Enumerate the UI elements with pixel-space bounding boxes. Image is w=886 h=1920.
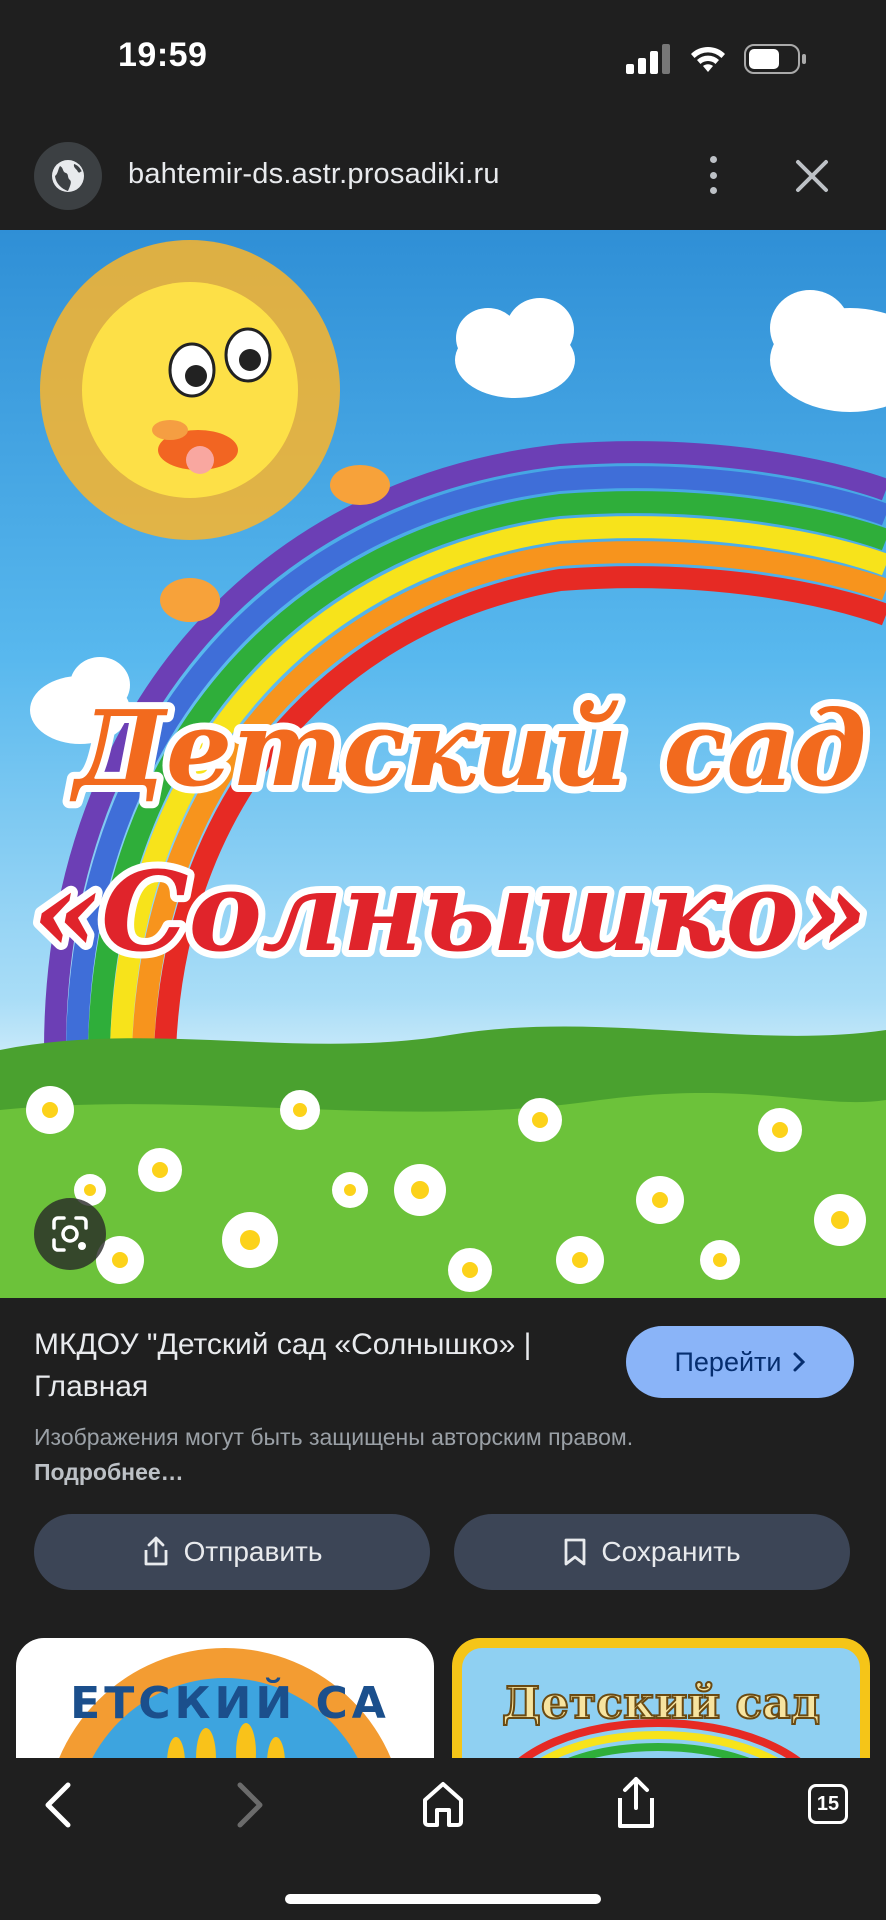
status-time: 19:59: [118, 36, 208, 74]
related-image-1[interactable]: ЕТСКИЙ СА: [16, 1638, 434, 1768]
result-image[interactable]: Детский сад «Солнышко»: [0, 230, 886, 1298]
save-button[interactable]: Сохранить: [454, 1514, 850, 1590]
home-indicator: [285, 1894, 601, 1904]
copyright-text: Изображения могут быть защищены авторски…: [34, 1424, 634, 1450]
forward-icon[interactable]: [232, 1780, 268, 1830]
related-thumb-2-text: Детский сад: [502, 1678, 820, 1729]
bookmark-icon: [565, 1538, 586, 1566]
more-link[interactable]: Подробнее…: [34, 1459, 184, 1485]
save-label: Сохранить: [601, 1536, 741, 1567]
home-icon[interactable]: [420, 1780, 466, 1828]
back-icon[interactable]: [40, 1780, 76, 1830]
close-icon[interactable]: [790, 154, 834, 198]
share-icon: [144, 1536, 167, 1566]
tabs-count: 15: [816, 1792, 840, 1815]
goto-button[interactable]: Перейти: [626, 1326, 854, 1398]
globe-icon: [52, 160, 84, 192]
hero-line1: Детский сад: [69, 687, 867, 810]
share-page-icon[interactable]: [614, 1776, 658, 1830]
result-title[interactable]: МКДОУ "Детский сад «Солнышко» | Главная: [34, 1324, 594, 1408]
status-icons: [626, 44, 808, 74]
site-info-button[interactable]: [34, 142, 102, 210]
kindergarten-illustration: Детский сад «Солнышко»: [0, 240, 886, 1298]
lens-icon: [52, 1216, 88, 1252]
tabs-button[interactable]: 15: [808, 1784, 848, 1824]
related-thumb-1-text: ЕТСКИЙ СА: [70, 1676, 390, 1729]
related-thumbnail-2: Детский сад: [462, 1648, 860, 1768]
google-lens-button[interactable]: [34, 1198, 106, 1270]
copyright-notice: Изображения могут быть защищены авторски…: [34, 1420, 634, 1490]
chevron-right-icon: [793, 1352, 805, 1372]
cellular-signal-icon: [626, 44, 670, 74]
battery-icon: [744, 44, 806, 74]
goto-label: Перейти: [674, 1346, 782, 1377]
related-thumbnail-1: ЕТСКИЙ СА: [55, 1648, 395, 1768]
share-button[interactable]: Отправить: [34, 1514, 430, 1590]
related-image-2[interactable]: Детский сад: [452, 1638, 870, 1768]
wifi-icon: [691, 46, 725, 72]
share-label: Отправить: [183, 1536, 323, 1567]
more-options-icon[interactable]: [700, 150, 726, 200]
hero-line2: «Солнышко»: [32, 847, 867, 976]
url-text[interactable]: bahtemir-ds.astr.prosadiki.ru: [128, 158, 500, 191]
